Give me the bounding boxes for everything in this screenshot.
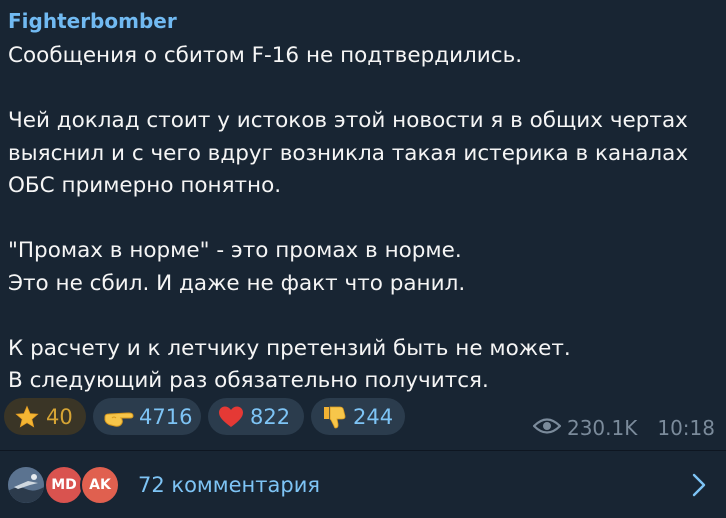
message-paragraph: Чей доклад стоит у истоков этой новости … — [8, 108, 689, 198]
reaction-count: 40 — [46, 404, 73, 429]
thumbs-down-icon — [321, 404, 347, 430]
eye-icon — [532, 416, 562, 440]
reaction-star[interactable]: 40 — [4, 398, 86, 435]
message-bubble: Fighterbomber Сообщения о сбитом F-16 не… — [0, 0, 726, 518]
view-count: 230.1K — [566, 416, 638, 440]
message-text: Сообщения о сбитом F-16 не подтвердились… — [8, 40, 714, 398]
message-paragraph: "Промах в норме" - это промах в норме. Э… — [8, 238, 466, 296]
message-paragraph: К расчету и к летчику претензий быть не … — [8, 335, 571, 394]
reaction-count: 822 — [250, 404, 291, 429]
avatar: AK — [80, 464, 120, 505]
comments-button[interactable]: MD AK 72 комментария — [0, 451, 726, 518]
comments-count: 72 комментария — [138, 472, 320, 497]
reaction-heart[interactable]: 822 — [208, 398, 304, 435]
reaction-count: 4716 — [139, 404, 193, 429]
message-meta: 230.1K 10:18 — [532, 416, 715, 440]
avatar: MD — [44, 464, 84, 505]
reaction-count: 244 — [353, 404, 394, 429]
avatar — [6, 464, 46, 505]
gun-hand-icon — [103, 404, 137, 430]
reaction-thumbs-down[interactable]: 244 — [311, 398, 405, 435]
reactions-bar: 40 4716 822 244 — [4, 398, 405, 435]
commenter-avatars: MD AK — [6, 464, 126, 505]
channel-name[interactable]: Fighterbomber — [8, 9, 177, 33]
red-heart-icon — [218, 404, 244, 430]
message-paragraph: Сообщения о сбитом F-16 не подтвердились… — [8, 43, 523, 68]
chevron-right-icon — [692, 473, 706, 502]
message-time: 10:18 — [657, 416, 715, 440]
star-icon — [14, 404, 40, 430]
reaction-gun-hand[interactable]: 4716 — [93, 398, 201, 435]
